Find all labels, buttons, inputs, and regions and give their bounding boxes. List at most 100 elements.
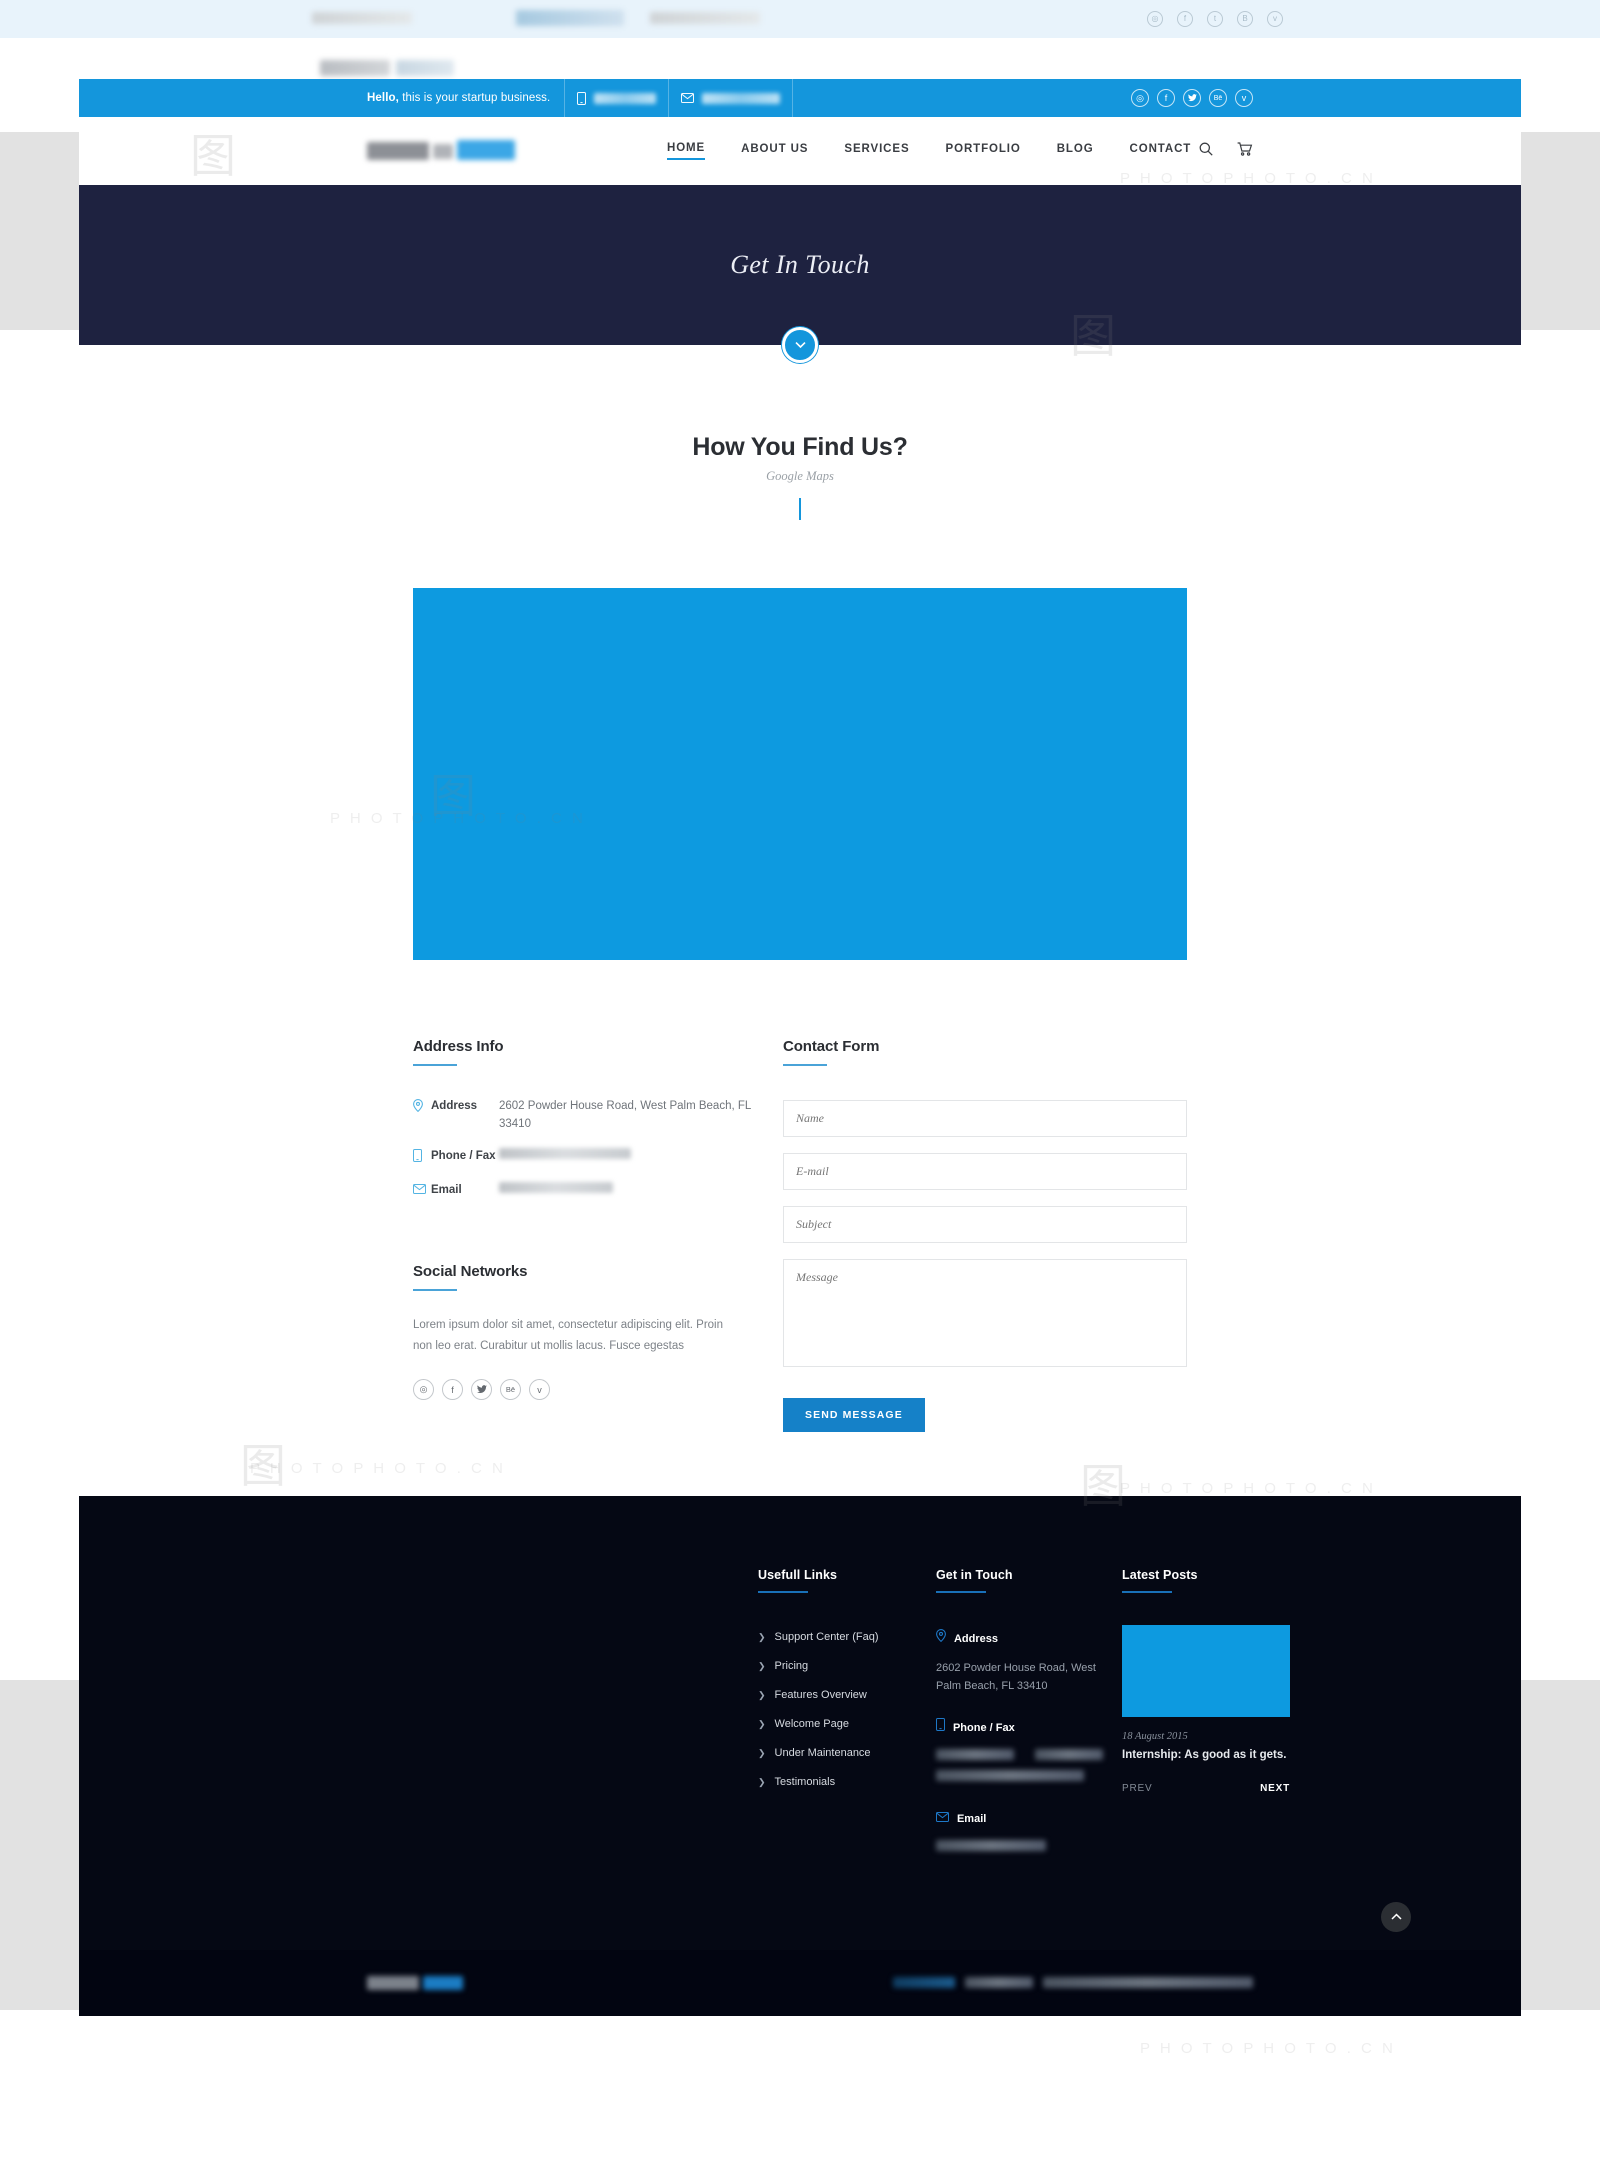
info-label-address: Address [431,1100,478,1112]
footer-link-under-maintenance[interactable]: ❯ Under Maintenance [758,1747,936,1759]
behance-icon[interactable]: Bē [500,1379,521,1401]
strip-icon-4: B [1237,11,1253,27]
nav-item-portfolio[interactable]: PORTFOLIO [946,143,1021,159]
footer-latest-posts: Latest Posts 18 August 2015 Internship: … [1122,1568,1300,1880]
footer-link-features-overview[interactable]: ❯ Features Overview [758,1689,936,1701]
info-value-email [499,1182,783,1201]
page-hero: Get In Touch [79,185,1521,363]
footer-address-header: Address [936,1629,1122,1649]
footer-links-list: ❯ Support Center (Faq) ❯ Pricing ❯ Featu… [758,1631,936,1788]
phone-icon [577,91,587,105]
footer-link-label: Support Center (Faq) [774,1631,879,1643]
scroll-down-button[interactable] [782,327,818,363]
footer-email-label: Email [956,1813,987,1826]
nav-item-blog[interactable]: BLOG [1057,143,1094,159]
photo-logo-blur-b [396,60,454,76]
contact-form-title: Contact Form [783,1038,880,1055]
photo-logo-blur-a [320,60,390,76]
info-value-phone [499,1147,783,1169]
post-pagination: PREV NEXT [1122,1783,1290,1794]
redacted-fax [935,1770,1084,1782]
google-map[interactable] [413,588,1187,960]
chevron-right-icon: ❯ [758,1776,766,1787]
section-subtitle: Google Maps [766,469,834,483]
nav-item-about-us[interactable]: ABOUT US [741,143,808,159]
info-label-email: Email [431,1184,462,1197]
footer-link-support-center[interactable]: ❯ Support Center (Faq) [758,1631,936,1643]
strip-blur-text [312,12,412,24]
vimeo-icon[interactable]: v [529,1379,550,1401]
phone-icon [413,1148,431,1169]
social-networks-block: Social Networks Lorem ipsum dolor sit am… [413,1263,783,1401]
behance-icon[interactable]: Bē [1209,89,1227,107]
twitter-icon[interactable] [1183,89,1201,107]
dribbble-icon[interactable]: ◎ [1131,89,1149,107]
redacted-phone-1 [935,1748,1014,1760]
name-input[interactable] [783,1100,1187,1137]
topbar-email[interactable] [668,79,794,117]
header-tools [1199,141,1253,161]
top-utility-bar: Hello, this is your startup business. ◎ [79,79,1521,117]
footer-address-label: Address [953,1632,998,1645]
strip-blur-tab2 [650,12,760,24]
contact-form-column: Contact Form SEND MESSAGE [783,1038,1187,1432]
footer-useful-links: Usefull Links ❯ Support Center (Faq) ❯ P… [758,1568,936,1880]
vimeo-icon[interactable]: v [1235,89,1253,107]
nav-item-contact[interactable]: CONTACT [1130,143,1192,159]
footer-link-welcome-page[interactable]: ❯ Welcome Page [758,1718,936,1730]
footer-get-in-touch: Get in Touch Address 2602 Powder House R… [935,1568,1122,1880]
twitter-icon[interactable] [471,1379,492,1401]
social-networks-divider [413,1289,457,1292]
map-pin-icon [936,1629,946,1649]
email-input[interactable] [783,1153,1187,1190]
footer-link-label: Features Overview [774,1689,867,1701]
post-thumbnail[interactable] [1122,1625,1291,1717]
footer-phone-label: Phone / Fax [952,1721,1015,1734]
site-header: HOME ABOUT US SERVICES PORTFOLIO BLOG CO… [79,117,1521,185]
browser-strip: ◎ f t B v [0,0,1600,38]
main-content: How You Find Us? Google Maps Address Inf… [79,345,1521,1496]
nav-item-home[interactable]: HOME [667,142,706,160]
search-icon[interactable] [1199,142,1213,161]
contact-form-divider [783,1064,827,1066]
post-prev-button[interactable]: PREV [1122,1783,1152,1794]
subject-input[interactable] [783,1206,1187,1243]
back-to-top-button[interactable] [1381,1901,1411,1932]
topbar-phone[interactable] [564,79,668,117]
facebook-icon[interactable]: f [1157,89,1175,107]
chevron-right-icon: ❯ [758,1660,766,1671]
footer-columns: Usefull Links ❯ Support Center (Faq) ❯ P… [300,1568,1300,1880]
message-textarea[interactable] [783,1259,1187,1367]
post-next-button[interactable]: NEXT [1260,1783,1290,1794]
post-title[interactable]: Internship: As good as it gets. [1122,1749,1300,1761]
cart-icon[interactable] [1237,141,1253,161]
footer-latest-posts-title: Latest Posts [1122,1568,1198,1582]
page-canvas: ◎ f t B v Hello, this is your startup bu… [0,0,1600,2158]
post-date: 18 August 2015 [1122,1731,1188,1742]
chevron-right-icon: ❯ [758,1747,766,1758]
chevron-right-icon: ❯ [758,1718,766,1729]
footer-link-pricing[interactable]: ❯ Pricing [758,1660,936,1672]
footer-logo-part-a [367,1975,419,1990]
send-message-button[interactable]: SEND MESSAGE [783,1398,925,1432]
footer-link-label: Testimonials [774,1776,836,1788]
dribbble-icon[interactable]: ◎ [413,1379,434,1401]
strip-blur-tab [516,10,624,26]
footer-logo[interactable] [367,1975,463,1990]
footer-link-testimonials[interactable]: ❯ Testimonials [758,1776,936,1788]
social-networks-icons: ◎ f Bē v [413,1379,783,1401]
logo-part-c [457,140,515,160]
site-logo[interactable] [367,138,515,164]
topbar-left: Hello, this is your startup business. [367,79,794,117]
nav-item-services[interactable]: SERVICES [844,143,909,159]
chevron-right-icon: ❯ [758,1631,766,1642]
chevron-right-icon: ❯ [758,1689,766,1700]
redacted-phone [499,1147,631,1159]
footer-address-value: 2602 Powder House Road, West Palm Beach,… [935,1661,1096,1693]
footer-useful-links-title: Usefull Links [758,1568,838,1582]
strip-icon-5: v [1267,11,1283,27]
page-title: Get In Touch [730,250,870,279]
info-row-email: Email [413,1182,783,1201]
footer-get-in-touch-title: Get in Touch [935,1568,1013,1582]
facebook-icon[interactable]: f [442,1379,463,1401]
